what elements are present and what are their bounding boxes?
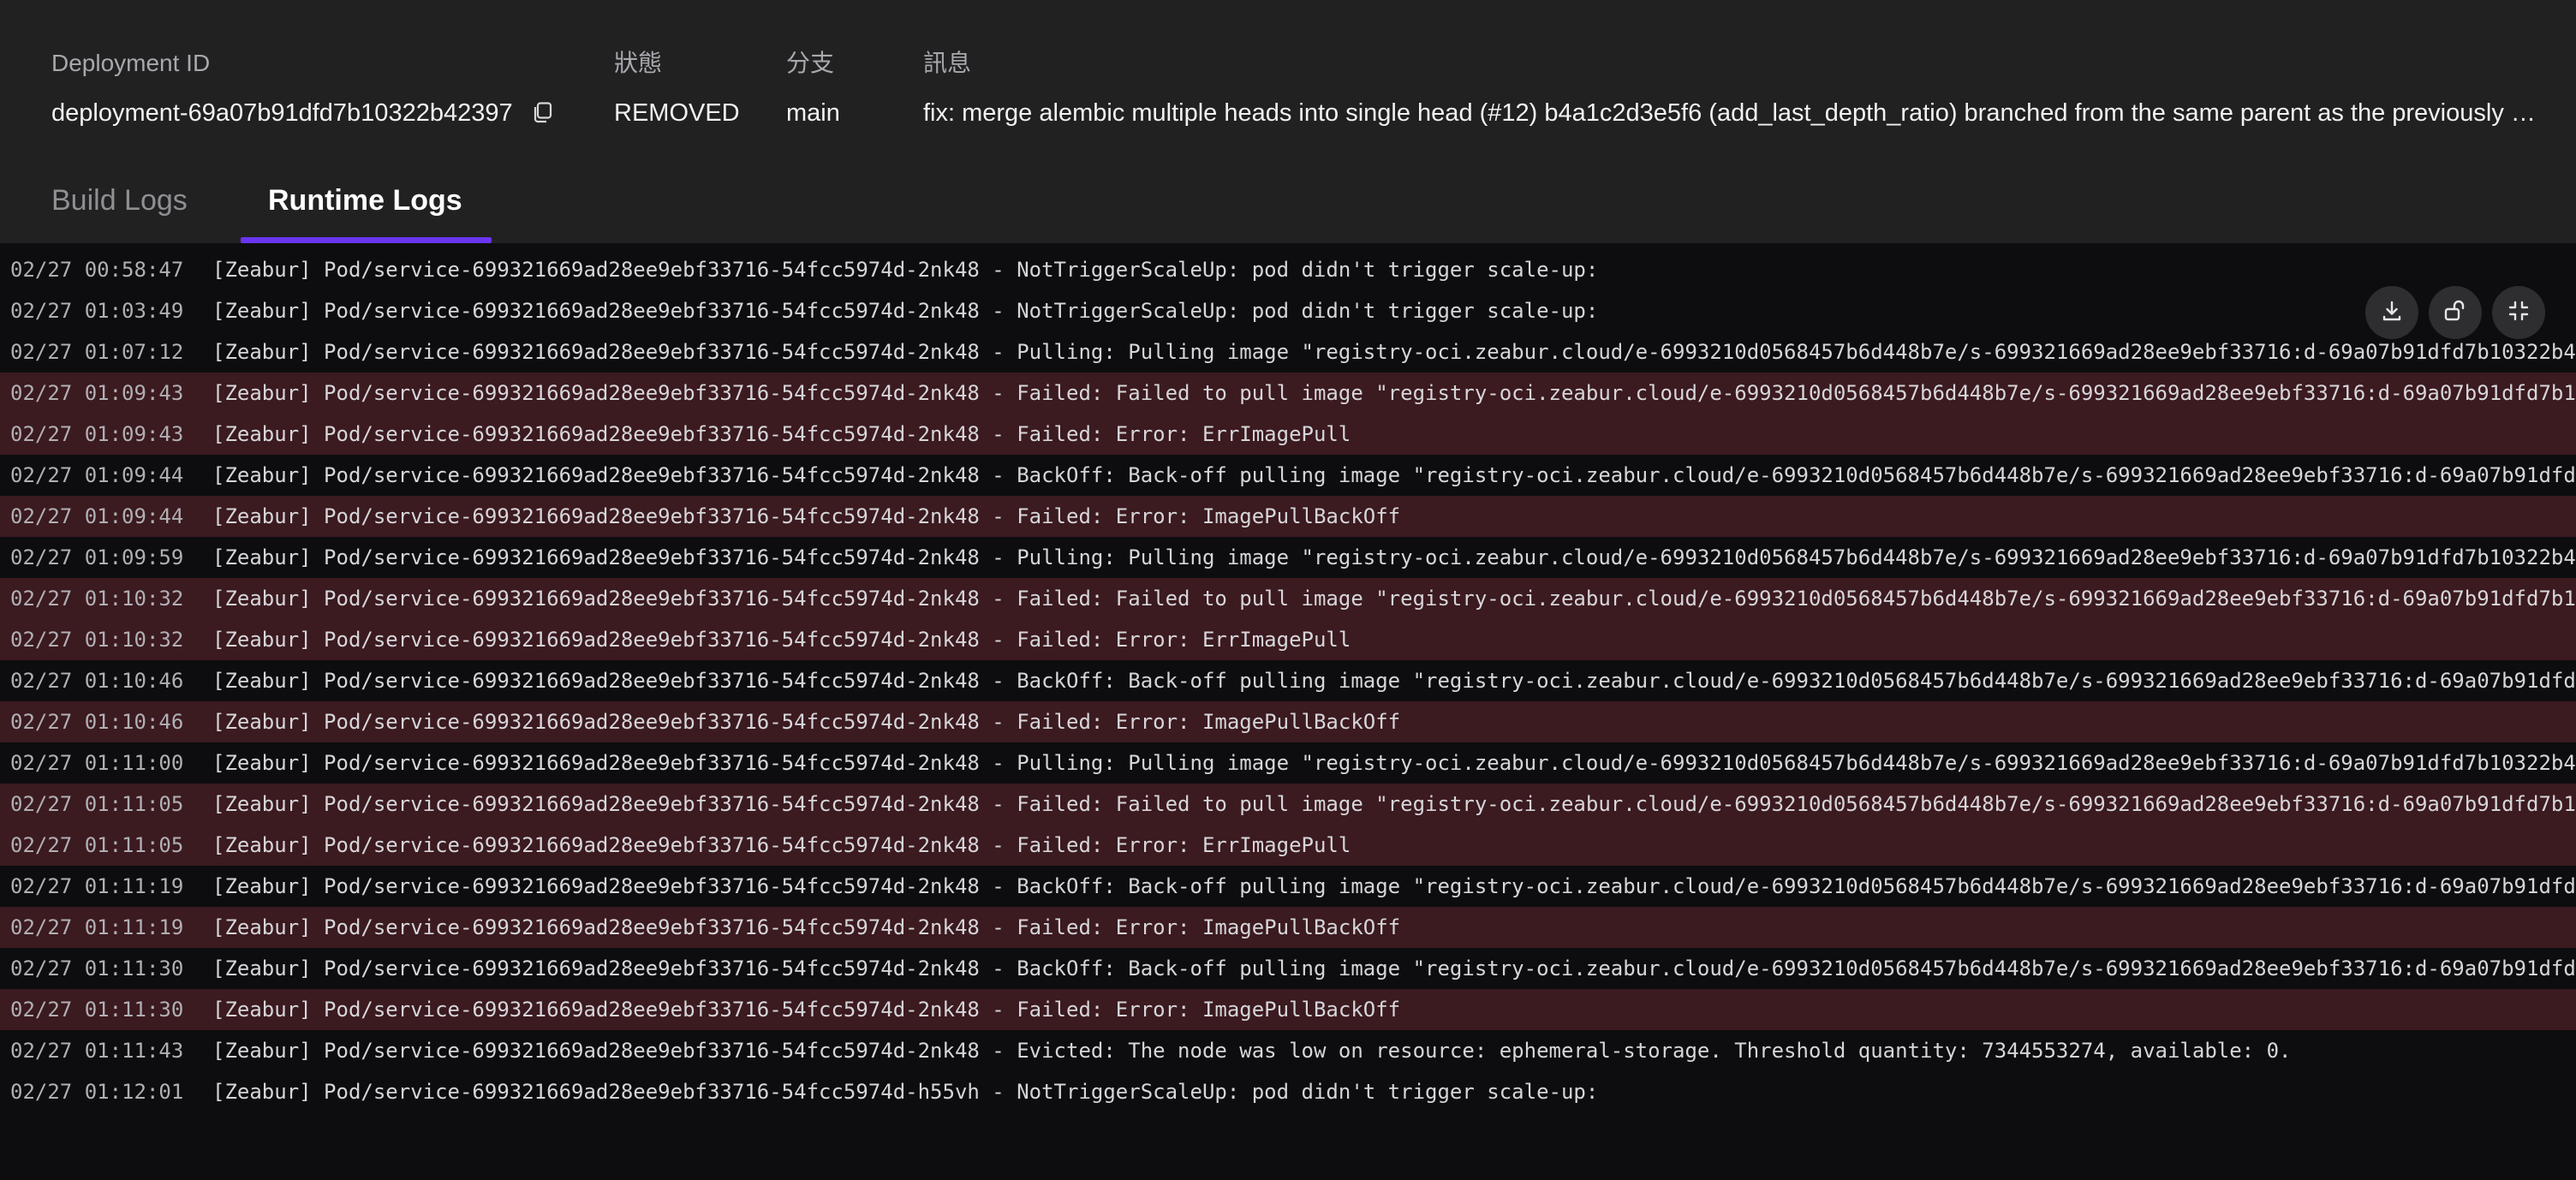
log-timestamp: 02/27 01:11:43 xyxy=(10,1039,184,1063)
deployment-id-row: deployment-69a07b91dfd7b10322b42397 xyxy=(51,97,554,129)
log-message: [Zeabur] Pod/service-699321669ad28ee9ebf… xyxy=(212,299,1599,323)
log-message: [Zeabur] Pod/service-699321669ad28ee9ebf… xyxy=(212,628,1351,652)
scroll-lock-button[interactable] xyxy=(2429,286,2482,339)
log-timestamp: 02/27 01:11:30 xyxy=(10,957,184,980)
commit-message: fix: merge alembic multiple heads into s… xyxy=(923,99,2536,127)
log-row: 02/27 01:12:01 [Zeabur] Pod/service-69932… xyxy=(0,1071,2576,1112)
log-row: 02/27 01:11:00 [Zeabur] Pod/service-69932… xyxy=(0,742,2576,784)
log-message: [Zeabur] Pod/service-699321669ad28ee9ebf… xyxy=(212,874,2576,898)
log-timestamp: 02/27 01:11:19 xyxy=(10,915,184,939)
log-timestamp: 02/27 01:09:44 xyxy=(10,504,184,528)
log-timestamp: 02/27 01:11:05 xyxy=(10,833,184,857)
log-row: 02/27 01:11:30 [Zeabur] Pod/service-69932… xyxy=(0,948,2576,989)
message-section: 訊息 fix: merge alembic multiple heads int… xyxy=(923,48,2542,129)
unlock-icon xyxy=(2443,299,2467,327)
log-row: 02/27 01:10:32 [Zeabur] Pod/service-69932… xyxy=(0,578,2576,619)
log-row: 02/27 01:09:43 [Zeabur] Pod/service-69932… xyxy=(0,414,2576,455)
log-row: 02/27 01:03:49 [Zeabur] Pod/service-69932… xyxy=(0,290,2576,331)
branch-section: 分支 main xyxy=(786,48,840,129)
log-message: [Zeabur] Pod/service-699321669ad28ee9ebf… xyxy=(212,258,1599,282)
log-timestamp: 02/27 01:03:49 xyxy=(10,299,184,323)
log-timestamp: 02/27 01:10:46 xyxy=(10,710,184,734)
log-timestamp: 02/27 01:09:44 xyxy=(10,463,184,487)
log-timestamp: 02/27 01:11:00 xyxy=(10,751,184,775)
deployment-id-value: deployment-69a07b91dfd7b10322b42397 xyxy=(51,99,513,127)
log-tabs: Build Logs Runtime Logs xyxy=(0,171,2576,243)
log-row: 02/27 01:11:19 [Zeabur] Pod/service-69932… xyxy=(0,907,2576,948)
log-message: [Zeabur] Pod/service-699321669ad28ee9ebf… xyxy=(212,751,2576,775)
active-tab-indicator xyxy=(241,237,492,243)
deployment-id-label: Deployment ID xyxy=(51,50,211,76)
log-message: [Zeabur] Pod/service-699321669ad28ee9ebf… xyxy=(212,998,1401,1022)
log-timestamp: 02/27 01:12:01 xyxy=(10,1080,184,1104)
log-timestamp: 02/27 01:10:32 xyxy=(10,587,184,611)
log-message: [Zeabur] Pod/service-699321669ad28ee9ebf… xyxy=(212,1039,2292,1063)
branch-value: main xyxy=(786,99,840,127)
log-message: [Zeabur] Pod/service-699321669ad28ee9ebf… xyxy=(212,792,2576,816)
log-timestamp: 02/27 01:10:46 xyxy=(10,669,184,693)
copy-icon[interactable] xyxy=(530,101,554,125)
log-timestamp: 02/27 01:07:12 xyxy=(10,340,184,364)
log-row: 02/27 01:10:46 [Zeabur] Pod/service-69932… xyxy=(0,701,2576,742)
branch-label: 分支 xyxy=(786,50,835,76)
deployment-id-section: Deployment ID deployment-69a07b91dfd7b10… xyxy=(51,48,554,129)
log-message: [Zeabur] Pod/service-699321669ad28ee9ebf… xyxy=(212,915,1401,939)
download-logs-button[interactable] xyxy=(2365,286,2418,339)
deployment-header: Deployment ID deployment-69a07b91dfd7b10… xyxy=(0,0,2576,243)
log-message: [Zeabur] Pod/service-699321669ad28ee9ebf… xyxy=(212,381,2576,405)
status-section: 狀態 REMOVED xyxy=(614,48,740,129)
log-row: 02/27 01:09:43 [Zeabur] Pod/service-69932… xyxy=(0,372,2576,414)
log-row: 02/27 01:09:44 [Zeabur] Pod/service-69932… xyxy=(0,496,2576,537)
log-timestamp: 02/27 01:10:32 xyxy=(10,628,184,652)
status-value: REMOVED xyxy=(614,99,740,127)
log-timestamp: 02/27 01:11:05 xyxy=(10,792,184,816)
status-label: 狀態 xyxy=(614,50,663,76)
log-timestamp: 02/27 01:09:43 xyxy=(10,381,184,405)
collapse-icon xyxy=(2507,300,2530,326)
log-row: 02/27 01:11:43 [Zeabur] Pod/service-69932… xyxy=(0,1030,2576,1071)
log-message: [Zeabur] Pod/service-699321669ad28ee9ebf… xyxy=(212,422,1351,446)
tab-build-logs[interactable]: Build Logs xyxy=(51,171,188,243)
log-row: 02/27 01:10:46 [Zeabur] Pod/service-69932… xyxy=(0,660,2576,701)
log-row: 02/27 01:11:05 [Zeabur] Pod/service-69932… xyxy=(0,825,2576,866)
log-toolbar xyxy=(2365,286,2545,339)
log-row: 02/27 01:11:19 [Zeabur] Pod/service-69932… xyxy=(0,866,2576,907)
runtime-log-viewer[interactable]: 02/27 00:58:47 [Zeabur] Pod/service-69932… xyxy=(0,243,2576,1180)
log-message: [Zeabur] Pod/service-699321669ad28ee9ebf… xyxy=(212,340,2576,364)
log-message: [Zeabur] Pod/service-699321669ad28ee9ebf… xyxy=(212,587,2576,611)
message-label: 訊息 xyxy=(923,50,972,76)
download-icon xyxy=(2381,300,2403,326)
log-row: 02/27 01:09:44 [Zeabur] Pod/service-69932… xyxy=(0,455,2576,496)
tab-runtime-logs[interactable]: Runtime Logs xyxy=(268,171,462,243)
log-message: [Zeabur] Pod/service-699321669ad28ee9ebf… xyxy=(212,957,2576,980)
log-row: 02/27 01:11:30 [Zeabur] Pod/service-69932… xyxy=(0,989,2576,1030)
log-timestamp: 02/27 01:11:19 xyxy=(10,874,184,898)
collapse-view-button[interactable] xyxy=(2492,286,2545,339)
log-timestamp: 02/27 00:58:47 xyxy=(10,258,184,282)
log-message: [Zeabur] Pod/service-699321669ad28ee9ebf… xyxy=(212,833,1351,857)
log-timestamp: 02/27 01:09:59 xyxy=(10,545,184,569)
log-timestamp: 02/27 01:09:43 xyxy=(10,422,184,446)
log-row: 02/27 01:11:05 [Zeabur] Pod/service-69932… xyxy=(0,784,2576,825)
log-message: [Zeabur] Pod/service-699321669ad28ee9ebf… xyxy=(212,463,2576,487)
log-row: 02/27 00:58:47 [Zeabur] Pod/service-69932… xyxy=(0,249,2576,290)
log-timestamp: 02/27 01:11:30 xyxy=(10,998,184,1022)
log-message: [Zeabur] Pod/service-699321669ad28ee9ebf… xyxy=(212,669,2576,693)
log-row: 02/27 01:09:59 [Zeabur] Pod/service-69932… xyxy=(0,537,2576,578)
log-message: [Zeabur] Pod/service-699321669ad28ee9ebf… xyxy=(212,1080,1599,1104)
log-message: [Zeabur] Pod/service-699321669ad28ee9ebf… xyxy=(212,545,2576,569)
log-row: 02/27 01:10:32 [Zeabur] Pod/service-69932… xyxy=(0,619,2576,660)
log-row: 02/27 01:07:12 [Zeabur] Pod/service-69932… xyxy=(0,331,2576,372)
log-message: [Zeabur] Pod/service-699321669ad28ee9ebf… xyxy=(212,710,1401,734)
log-message: [Zeabur] Pod/service-699321669ad28ee9ebf… xyxy=(212,504,1401,528)
